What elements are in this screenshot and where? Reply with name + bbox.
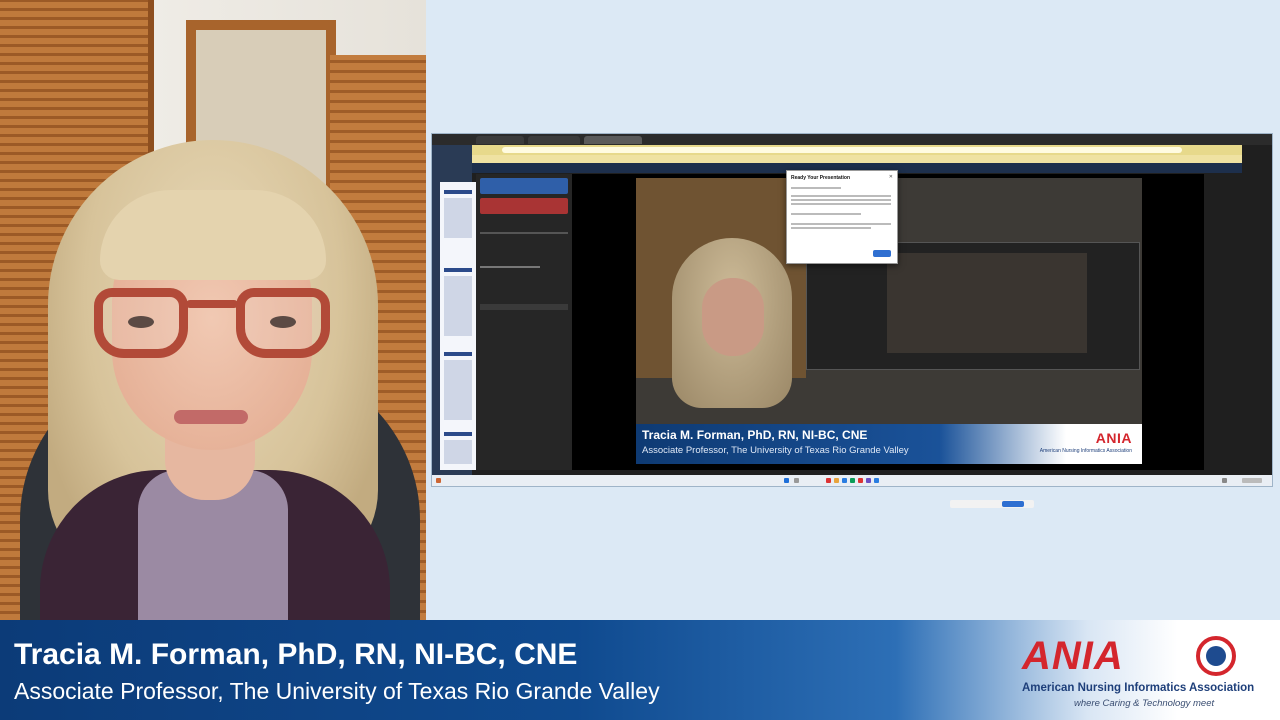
preview-ania-organization: American Nursing Informatics Association [1039,448,1132,454]
preview-ania-logo: ANIA [1095,430,1132,446]
dialog-text-line [791,227,871,229]
dialog-text-line [791,187,841,189]
nested-video [887,253,1087,353]
start-icon[interactable] [436,478,441,483]
elapsed-time-track [480,232,568,234]
document-block [444,440,472,464]
ania-wordmark: ANIA [1022,634,1124,678]
document-heading [444,352,472,356]
taskbar-app-icon[interactable] [842,478,847,483]
finish-recording-button[interactable] [480,178,568,194]
presenter-title: Associate Professor, The University of T… [14,678,660,704]
dialog-ok-button[interactable] [873,250,891,257]
webcam-video [0,0,426,620]
browser-tab-active[interactable] [584,136,642,144]
ania-tagline: where Caring & Technology meet [1074,698,1215,709]
taskbar-app-icon[interactable] [866,478,871,483]
taskbar-app-icon[interactable] [874,478,879,483]
windows-taskbar [432,475,1272,486]
browser-tab[interactable] [528,136,580,144]
dialog-text-line [791,223,891,225]
shared-screen: Tracia M. Forman, PhD, RN, NI-BC, CNE As… [432,134,1272,508]
dialog-text-line [791,199,891,201]
windows-start-icon[interactable] [784,478,789,483]
presenter-bangs [100,190,326,280]
document-pane [440,182,476,470]
layout-select[interactable] [480,304,568,310]
dialog-text-line [791,195,891,197]
bookmarks-bar [472,155,1242,163]
screen-share-bar [950,500,1034,508]
dialog-title: Ready Your Presentation [791,175,850,181]
document-heading [444,190,472,194]
taskbar-app-icon[interactable] [826,478,831,483]
preview-lower-third: Tracia M. Forman, PhD, RN, NI-BC, CNE As… [636,424,1142,464]
document-block [444,198,472,238]
preview-presenter-face [702,278,764,356]
browser-tab[interactable] [476,136,524,144]
document-heading [444,432,472,436]
mouth [174,410,248,424]
url-input[interactable] [502,147,1182,153]
document-heading [444,268,472,272]
browser-tab-strip [432,134,1272,145]
recording-panel [476,174,572,470]
browser-address-bar [472,145,1242,155]
cancel-recording-button[interactable] [480,198,568,214]
search-icon[interactable] [794,478,799,483]
right-eye [270,316,296,328]
document-block [444,276,472,336]
ready-presentation-dialog: Ready Your Presentation ✕ [786,170,898,264]
ania-organization-name: American Nursing Informatics Association [1022,682,1255,694]
preview-presenter-name: Tracia M. Forman, PhD, RN, NI-BC, CNE [642,428,868,442]
close-icon[interactable]: ✕ [889,174,893,180]
taskbar-app-icon[interactable] [850,478,855,483]
clock [1242,478,1262,483]
glasses-bridge [186,300,238,308]
dialog-text-line [791,213,861,215]
ania-logo: ANIA American Nursing Informatics Associ… [1018,630,1254,714]
taskbar-app-icon[interactable] [834,478,839,483]
presenter-name: Tracia M. Forman, PhD, RN, NI-BC, CNE [14,638,578,671]
left-eye [128,316,154,328]
background-upload-track [480,266,540,268]
ania-emblem-inner [1206,646,1226,666]
stop-sharing-button[interactable] [1002,501,1024,507]
taskbar-app-icon[interactable] [858,478,863,483]
document-block [444,360,472,420]
preview-presenter-title: Associate Professor, The University of T… [642,445,909,456]
dialog-text-line [791,203,891,205]
system-tray-icon[interactable] [1222,478,1227,483]
